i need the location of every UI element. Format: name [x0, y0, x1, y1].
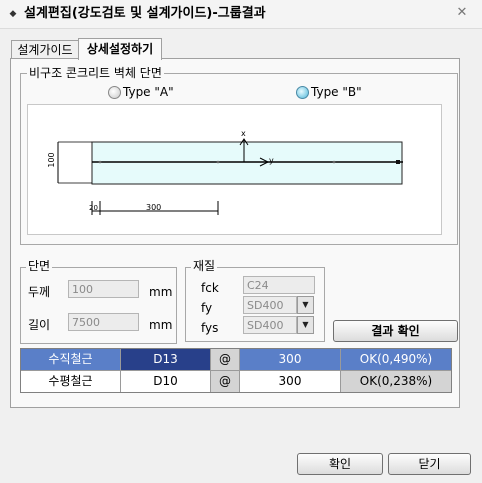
rebar-at-cell: @ — [211, 371, 240, 392]
section-drawing-canvas: 100 20 300 x y — [27, 104, 442, 235]
fys-select[interactable]: SD400 — [243, 316, 297, 334]
section-legend: 비구조 콘크리트 벽체 단면 — [27, 66, 164, 80]
rebar-spacing-cell[interactable]: 300 — [240, 349, 341, 370]
close-icon[interactable]: ✕ — [454, 5, 470, 21]
fy-chevron-down-icon[interactable]: ▼ — [297, 296, 314, 314]
length-label: 길이 — [28, 318, 51, 332]
rebar-name-cell: 수직철근 — [21, 349, 121, 370]
type-b-radio[interactable] — [296, 86, 309, 99]
rebar-at-cell: @ — [211, 349, 240, 370]
length-field[interactable]: 7500 — [68, 313, 139, 331]
thickness-unit: mm — [149, 285, 173, 299]
length-unit: mm — [149, 318, 173, 332]
rebar-bar-cell[interactable]: D10 — [121, 371, 211, 392]
type-b-label[interactable]: Type "B" — [311, 84, 362, 100]
offset-dim-label: 20 — [89, 204, 98, 212]
rebar-name-cell: 수평철근 — [21, 371, 121, 392]
ok-button[interactable]: 확인 — [297, 453, 383, 475]
thickness-field[interactable]: 100 — [68, 280, 139, 298]
window-title: 설계편집(강도검토 및 설계가이드)-그룹결과 — [24, 6, 266, 21]
type-a-radio[interactable] — [108, 86, 121, 99]
axis-x-label: x — [241, 129, 246, 138]
tab-detail-settings[interactable]: 상세설정하기 — [78, 38, 162, 60]
material-legend: 재질 — [191, 259, 218, 273]
cross-section-legend: 단면 — [26, 259, 53, 273]
type-a-label[interactable]: Type "A" — [123, 84, 174, 100]
wall-section-rect — [91, 141, 403, 185]
thickness-label: 두께 — [28, 285, 51, 299]
spacing-dim-label: 300 — [146, 203, 162, 212]
table-row: 수평철근 D10 @ 300 OK(0,238%) — [21, 371, 451, 392]
table-row: 수직철근 D13 @ 300 OK(0,490%) — [21, 349, 451, 371]
tab-design-guide[interactable]: 설계가이드 — [11, 40, 79, 59]
fys-chevron-down-icon[interactable]: ▼ — [297, 316, 314, 334]
fy-select[interactable]: SD400 — [243, 296, 297, 314]
fck-field[interactable]: C24 — [243, 276, 315, 294]
rebar-table: 수직철근 D13 @ 300 OK(0,490%) 수평철근 D10 @ 300… — [20, 348, 452, 393]
diamond-icon: ◆ — [9, 9, 17, 19]
close-button[interactable]: 닫기 — [388, 453, 471, 475]
rebar-status-cell: OK(0,238%) — [341, 371, 451, 392]
rebar-spacing-cell[interactable]: 300 — [240, 371, 341, 392]
axis-y-label: y — [269, 156, 274, 165]
check-result-button[interactable]: 결과 확인 — [333, 320, 458, 342]
rebar-status-cell: OK(0,490%) — [341, 349, 451, 370]
fck-label: fck — [201, 281, 219, 295]
height-dim-label: 100 — [47, 152, 56, 168]
fys-label: fys — [201, 321, 219, 335]
fy-label: fy — [201, 301, 213, 315]
rebar-bar-cell[interactable]: D13 — [121, 349, 211, 370]
